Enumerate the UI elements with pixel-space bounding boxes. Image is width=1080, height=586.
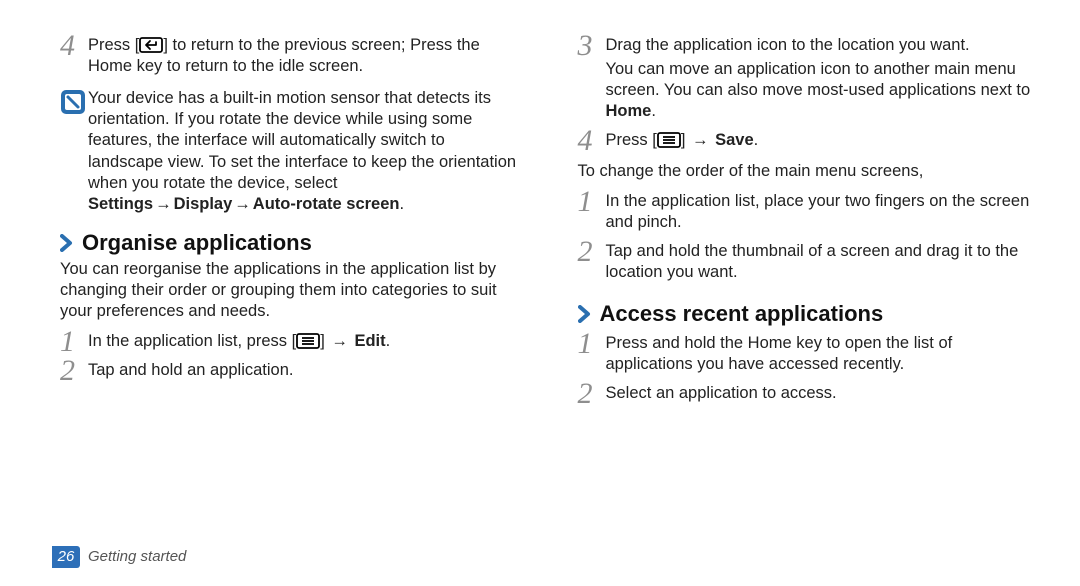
bold-text: Home — [606, 102, 652, 120]
step-2-tap-hold: 2 Tap and hold an application. — [60, 359, 523, 384]
step-text: Select an application to access. — [606, 383, 1041, 404]
text: Press [ — [88, 36, 139, 54]
text: . — [386, 332, 391, 350]
step-body: Tap and hold the thumbnail of a screen a… — [606, 240, 1041, 286]
step-4-return: 4 Press [] to return to the previous scr… — [60, 34, 523, 80]
step-number: 1 — [578, 330, 606, 357]
left-column: 4 Press [] to return to the previous scr… — [60, 30, 523, 412]
text: Press [ — [606, 131, 657, 149]
note-icon — [60, 89, 88, 121]
step-number: 3 — [578, 32, 606, 59]
menu-key-icon — [657, 132, 681, 148]
step-number: 1 — [578, 188, 606, 215]
right-column: 3 Drag the application icon to the locat… — [578, 30, 1041, 412]
step-text: Press [] → Save. — [606, 130, 1041, 151]
text: ] — [320, 332, 329, 350]
arrow-icon: → — [331, 332, 348, 350]
step-number: 2 — [578, 380, 606, 407]
bold-text: Edit — [354, 332, 385, 350]
heading-organise-applications: Organise applications — [60, 229, 523, 257]
note-body: Your device has a built-in motion sensor… — [88, 88, 523, 215]
step-body: Press and hold the Home key to open the … — [606, 332, 1041, 378]
text: ] — [681, 131, 690, 149]
step-body: Press [] → Save. — [606, 129, 1041, 154]
text: . — [651, 102, 656, 120]
text: . — [400, 195, 405, 213]
step-body: Drag the application icon to the locatio… — [606, 34, 1041, 125]
bold-text: Display — [174, 195, 233, 213]
back-key-icon — [139, 37, 163, 53]
step-text: Tap and hold the thumbnail of a screen a… — [606, 241, 1041, 283]
step-text: In the application list, press [] → Edit… — [88, 331, 523, 352]
step-number: 4 — [578, 127, 606, 154]
step-number: 2 — [60, 357, 88, 384]
note-orientation: Your device has a built-in motion sensor… — [60, 88, 523, 215]
step-text: Press [] to return to the previous scree… — [88, 35, 523, 77]
step-body: In the application list, place your two … — [606, 190, 1041, 236]
page-footer: 26 Getting started — [52, 546, 186, 568]
text: Your device has a built-in motion sensor… — [88, 89, 516, 191]
text: In the application list, press [ — [88, 332, 296, 350]
step-body: Tap and hold an application. — [88, 359, 523, 384]
arrow-icon: → — [155, 195, 172, 213]
step-number: 2 — [578, 238, 606, 265]
menu-key-icon — [296, 333, 320, 349]
step-body: In the application list, press [] → Edit… — [88, 330, 523, 355]
step-text: You can move an application icon to anot… — [606, 59, 1041, 122]
section-name: Getting started — [88, 547, 186, 566]
access-step-1: 1 Press and hold the Home key to open th… — [578, 332, 1041, 378]
step-body: Select an application to access. — [606, 382, 1041, 407]
order-step-1-pinch: 1 In the application list, place your tw… — [578, 190, 1041, 236]
access-step-2: 2 Select an application to access. — [578, 382, 1041, 407]
bold-text: Settings — [88, 195, 153, 213]
step-number: 1 — [60, 328, 88, 355]
bold-text: Auto-rotate screen — [253, 195, 400, 213]
text: . — [754, 131, 759, 149]
chevron-icon — [578, 305, 592, 323]
heading-access-recent: Access recent applications — [578, 300, 1041, 328]
chevron-icon — [60, 234, 74, 252]
heading-text: Access recent applications — [600, 300, 884, 328]
bold-text: Save — [715, 131, 754, 149]
page-number: 26 — [52, 546, 80, 568]
text: You can move an application icon to anot… — [606, 60, 1031, 99]
arrow-icon: → — [234, 195, 251, 213]
step-text: Tap and hold an application. — [88, 360, 523, 381]
step-4-save: 4 Press [] → Save. — [578, 129, 1041, 154]
columns: 4 Press [] to return to the previous scr… — [60, 30, 1040, 412]
intro-paragraph: You can reorganise the applications in t… — [60, 259, 523, 322]
order-step-2-drag: 2 Tap and hold the thumbnail of a screen… — [578, 240, 1041, 286]
document-page: 4 Press [] to return to the previous scr… — [0, 0, 1080, 586]
arrow-icon: → — [692, 131, 709, 149]
step-1-edit: 1 In the application list, press [] → Ed… — [60, 330, 523, 355]
step-text: Drag the application icon to the locatio… — [606, 35, 1041, 56]
step-text: In the application list, place your two … — [606, 191, 1041, 233]
step-3-drag: 3 Drag the application icon to the locat… — [578, 34, 1041, 125]
intro-change-order: To change the order of the main menu scr… — [578, 161, 1041, 182]
heading-text: Organise applications — [82, 229, 312, 257]
step-text: Press and hold the Home key to open the … — [606, 333, 1041, 375]
step-number: 4 — [60, 32, 88, 59]
step-body: Press [] to return to the previous scree… — [88, 34, 523, 80]
